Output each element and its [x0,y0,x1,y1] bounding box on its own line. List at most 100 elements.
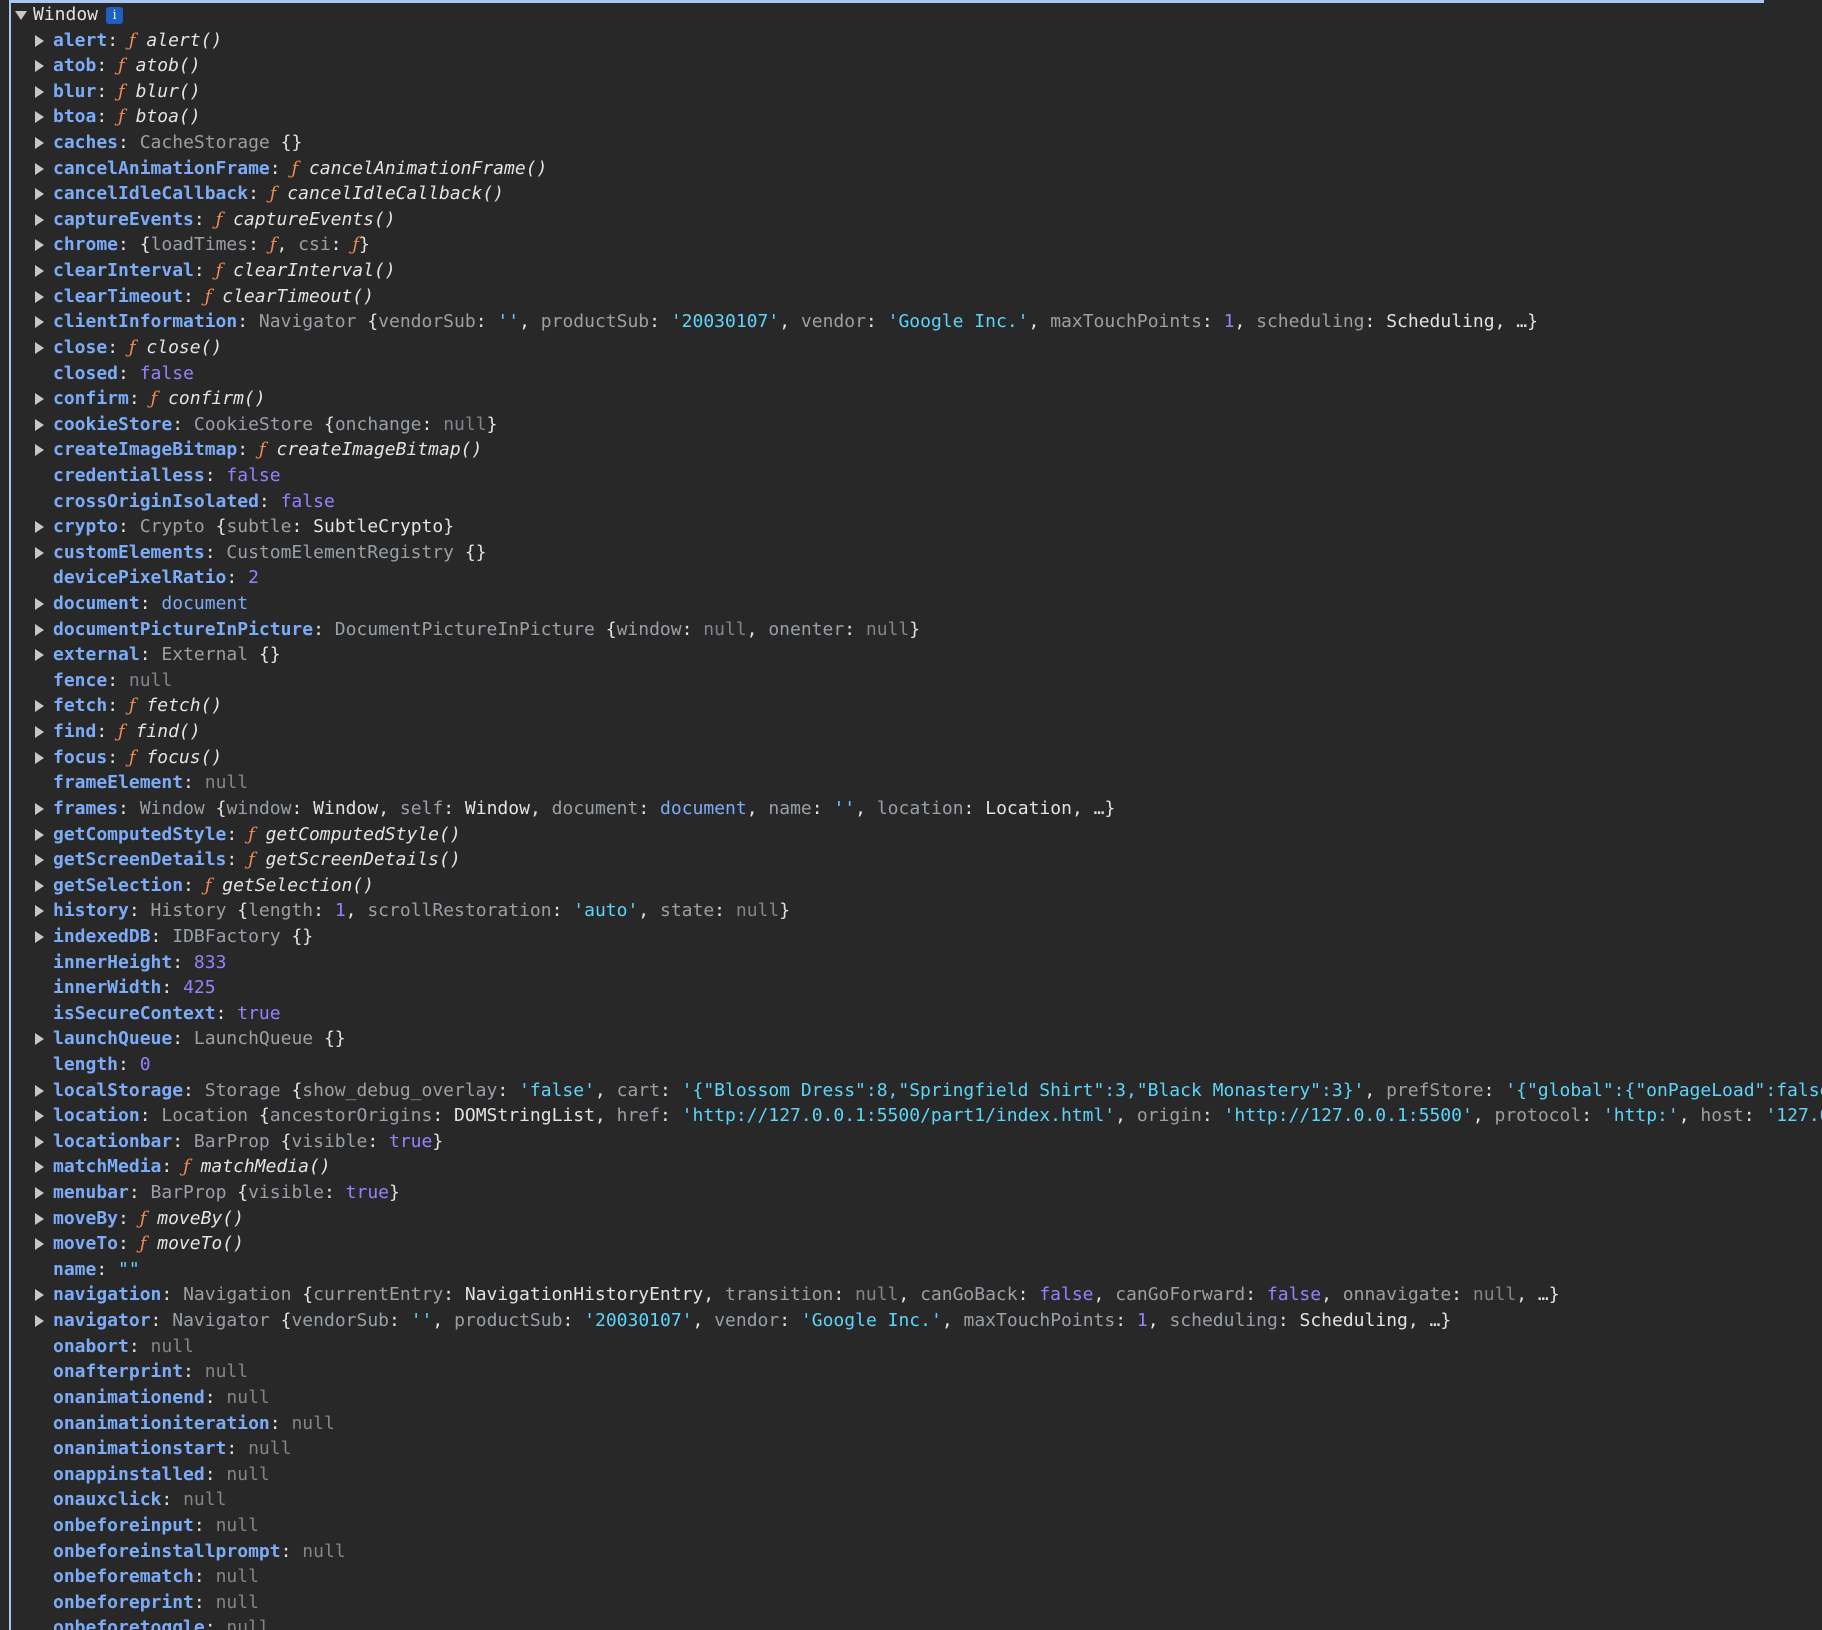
property-row-chrome[interactable]: chrome: {loadTimes: ƒ, csi: ƒ} [0,232,1822,258]
property-row-btoa[interactable]: btoa: ƒ btoa() [0,104,1822,130]
expand-triangle-icon[interactable] [35,521,44,534]
value-token-nul: null [226,1463,270,1485]
key-separator: : [226,1438,249,1460]
expand-triangle-icon[interactable] [35,1187,44,1200]
expand-triangle-icon[interactable] [35,85,44,98]
expand-triangle-icon[interactable] [35,213,44,226]
window-object-root[interactable]: Window i [0,2,1822,28]
value-token-ok: DOMStringList [454,1105,595,1127]
property-row-menubar[interactable]: menubar: BarProp {visible: true} [0,1180,1822,1206]
expand-triangle-icon[interactable] [35,60,44,73]
value-token-fn: matchMedia() [200,1156,331,1178]
expand-triangle-icon[interactable] [35,444,44,457]
value-token-p: : [1451,1284,1473,1306]
property-row-indexed-db[interactable]: indexedDB: IDBFactory {} [0,924,1822,950]
property-row-alert[interactable]: alert: ƒ alert() [0,28,1822,54]
property-row-get-selection[interactable]: getSelection: ƒ getSelection() [0,873,1822,899]
info-icon[interactable]: i [106,7,124,24]
property-row-get-screen-details[interactable]: getScreenDetails: ƒ getScreenDetails() [0,847,1822,873]
property-row-local-storage[interactable]: localStorage: Storage {show_debug_overla… [0,1078,1822,1104]
property-row-document[interactable]: document: document [0,591,1822,617]
expand-triangle-icon[interactable] [35,316,44,329]
property-row-blur[interactable]: blur: ƒ blur() [0,79,1822,105]
property-row-location[interactable]: location: Location {ancestorOrigins: DOM… [0,1103,1822,1129]
property-row-custom-elements[interactable]: customElements: CustomElementRegistry {} [0,540,1822,566]
value-token-str: '' [833,797,856,819]
property-row-locationbar[interactable]: locationbar: BarProp {visible: true} [0,1129,1822,1155]
property-row-launch-queue[interactable]: launchQueue: LaunchQueue {} [0,1026,1822,1052]
property-row-match-media[interactable]: matchMedia: ƒ matchMedia() [0,1154,1822,1180]
expand-triangle-icon[interactable] [35,418,44,431]
value-token-sub: canGoBack [920,1284,1018,1306]
value-token-fsym: ƒ [139,1233,147,1255]
expand-triangle-icon[interactable] [35,649,44,662]
property-key: navigator [53,1310,151,1332]
expand-triangle-icon[interactable] [35,111,44,124]
expand-triangle-icon[interactable] [35,1161,44,1174]
expand-triangle-icon[interactable] [35,546,44,559]
expand-triangle-icon[interactable] [35,751,44,764]
value-token-ok: NavigationHistoryEntry [464,1284,704,1306]
property-row-client-information[interactable]: clientInformation: Navigator {vendorSub:… [0,309,1822,335]
property-row-create-image-bitmap[interactable]: createImageBitmap: ƒ createImageBitmap() [0,437,1822,463]
expand-triangle-icon[interactable] [35,1238,44,1251]
property-row-clear-timeout[interactable]: clearTimeout: ƒ clearTimeout() [0,284,1822,310]
value-token-cls: Navigator [172,1310,270,1332]
expand-triangle-icon[interactable] [35,1033,44,1046]
property-row-navigator[interactable]: navigator: Navigator {vendorSub: '', pro… [0,1308,1822,1334]
expand-triangle-icon[interactable] [35,930,44,943]
key-separator: : [139,1105,162,1127]
expand-triangle-icon[interactable] [35,700,44,713]
expand-triangle-icon[interactable] [35,137,44,150]
collapse-triangle-icon[interactable] [15,11,27,20]
expand-triangle-icon[interactable] [35,598,44,611]
property-row-move-by[interactable]: moveBy: ƒ moveBy() [0,1206,1822,1232]
expand-triangle-icon[interactable] [35,1289,44,1302]
expand-triangle-icon[interactable] [35,828,44,841]
property-row-clear-interval[interactable]: clearInterval: ƒ clearInterval() [0,258,1822,284]
expand-triangle-icon[interactable] [35,1135,44,1148]
expand-triangle-icon[interactable] [35,854,44,867]
property-row-cancel-idle-callback[interactable]: cancelIdleCallback: ƒ cancelIdleCallback… [0,181,1822,207]
property-row-close[interactable]: close: ƒ close() [0,335,1822,361]
expand-triangle-icon[interactable] [35,34,44,47]
value-token-cls: CookieStore [193,413,314,435]
property-row-frame-element: frameElement: null [0,770,1822,796]
expand-triangle-icon[interactable] [35,1315,44,1328]
property-row-fetch[interactable]: fetch: ƒ fetch() [0,693,1822,719]
expand-triangle-icon[interactable] [35,1110,44,1123]
property-row-external[interactable]: external: External {} [0,642,1822,668]
value-token-fsym: ƒ [204,285,212,307]
property-row-history[interactable]: history: History {length: 1, scrollResto… [0,898,1822,924]
value-token-fn: fetch() [146,695,223,717]
expand-triangle-icon[interactable] [35,879,44,892]
expand-triangle-icon[interactable] [35,1212,44,1225]
expand-triangle-icon[interactable] [35,623,44,636]
property-row-crypto[interactable]: crypto: Crypto {subtle: SubtleCrypto} [0,514,1822,540]
property-row-caches[interactable]: caches: CacheStorage {} [0,130,1822,156]
expand-triangle-icon[interactable] [35,393,44,406]
expand-triangle-icon[interactable] [35,188,44,201]
property-row-frames[interactable]: frames: Window {window: Window, self: Wi… [0,796,1822,822]
property-row-navigation[interactable]: navigation: Navigation {currentEntry: Na… [0,1282,1822,1308]
property-row-find[interactable]: find: ƒ find() [0,719,1822,745]
expand-triangle-icon[interactable] [35,162,44,175]
property-key: navigation [53,1284,162,1306]
expand-triangle-icon[interactable] [35,290,44,303]
expand-triangle-icon[interactable] [35,341,44,354]
property-row-cookie-store[interactable]: cookieStore: CookieStore {onchange: null… [0,412,1822,438]
property-row-confirm[interactable]: confirm: ƒ confirm() [0,386,1822,412]
expand-triangle-icon[interactable] [35,905,44,918]
property-row-document-picture-in-picture[interactable]: documentPictureInPicture: DocumentPictur… [0,617,1822,643]
property-row-cancel-animation-frame[interactable]: cancelAnimationFrame: ƒ cancelAnimationF… [0,156,1822,182]
property-row-get-computed-style[interactable]: getComputedStyle: ƒ getComputedStyle() [0,822,1822,848]
expand-triangle-icon[interactable] [35,726,44,739]
expand-triangle-icon[interactable] [35,1084,44,1097]
expand-triangle-icon[interactable] [35,265,44,278]
property-row-capture-events[interactable]: captureEvents: ƒ captureEvents() [0,207,1822,233]
property-row-atob[interactable]: atob: ƒ atob() [0,53,1822,79]
expand-triangle-icon[interactable] [35,239,44,252]
expand-triangle-icon[interactable] [35,802,44,815]
property-row-focus[interactable]: focus: ƒ focus() [0,745,1822,771]
property-row-move-to[interactable]: moveTo: ƒ moveTo() [0,1231,1822,1257]
